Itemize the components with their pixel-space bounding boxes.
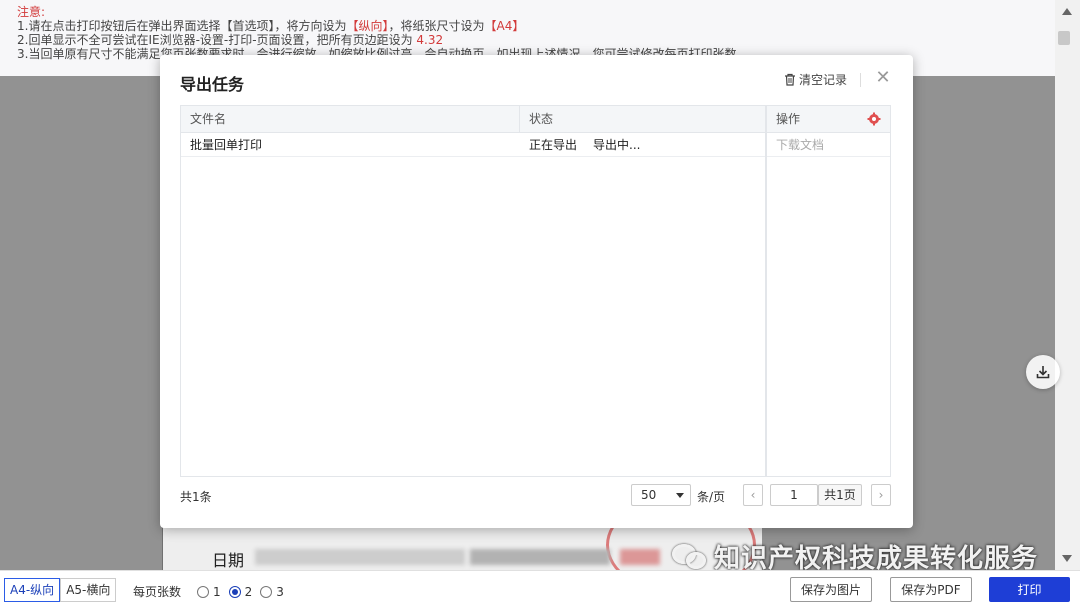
notice-highlight-a4: 【A4】 <box>484 19 525 33</box>
save-as-pdf-button[interactable]: 保存为PDF <box>890 577 972 602</box>
clear-records-button[interactable]: 清空记录 <box>784 71 847 88</box>
ops-column-fixed <box>765 106 890 476</box>
cell-filename: 批量回单打印 <box>190 138 263 152</box>
export-task-dialog: 导出任务 清空记录 ✕ 文件名 状态 操作 批量回单打印 正在导出 导出中...… <box>160 55 913 528</box>
page-size-value: 50 <box>641 488 657 502</box>
orientation-toggle: A4-纵向 A5-横向 <box>4 578 117 602</box>
sheets-per-page: 每页张数 1 2 3 <box>133 583 284 600</box>
scroll-thumb[interactable] <box>1058 31 1070 45</box>
column-header-filename[interactable]: 文件名 <box>181 106 519 133</box>
notice-title: 注意: <box>17 5 46 19</box>
scroll-up-arrow[interactable] <box>1062 8 1072 15</box>
sheets-per-page-label: 每页张数 <box>133 585 182 599</box>
clear-records-label: 清空记录 <box>799 73 848 87</box>
radio-option-1[interactable]: 1 <box>197 585 221 599</box>
trash-icon <box>785 73 795 86</box>
radio-option-3[interactable]: 3 <box>260 585 284 599</box>
save-as-image-button[interactable]: 保存为图片 <box>790 577 872 602</box>
notice-line-1-mid: ，将纸张尺寸设为 <box>388 19 485 33</box>
per-page-label: 条/页 <box>697 490 726 504</box>
radio-label: 1 <box>213 584 221 599</box>
next-page-button[interactable]: › <box>871 484 891 506</box>
notice-line-2: 2.回单显示不全可尝试在IE浏览器-设置-打印-页面设置，把所有页边距设为 4.… <box>17 33 1055 47</box>
print-toolbar: A4-纵向 A5-横向 每页张数 1 2 3 保存为图片 保存为PDF 打印 <box>0 570 1080 607</box>
cell-status: 正在导出 <box>529 138 578 152</box>
orientation-a4-portrait[interactable]: A4-纵向 <box>4 578 61 602</box>
orientation-a5-landscape[interactable]: A5-横向 <box>60 578 117 602</box>
vertical-scrollbar[interactable] <box>1055 0 1080 570</box>
notice-line-1: 1.请在点击打印按钮后在弹出界面选择【首选项】，将方向设为【纵向】，将纸张尺寸设… <box>17 19 1055 33</box>
total-count: 共1条 <box>180 490 212 504</box>
page-total: 共1页 <box>818 484 862 506</box>
close-icon[interactable]: ✕ <box>872 67 894 89</box>
notice-line-2-text: 2.回单显示不全可尝试在IE浏览器-设置-打印-页面设置，把所有页边距设为 <box>17 33 413 47</box>
page-size-select[interactable]: 50 <box>631 484 691 506</box>
notice-line-1-text: 1.请在点击打印按钮后在弹出界面选择【首选项】，将方向设为 <box>17 19 347 33</box>
radio-label: 2 <box>244 584 253 599</box>
scroll-down-arrow[interactable] <box>1062 555 1072 562</box>
print-button[interactable]: 打印 <box>989 577 1070 602</box>
dialog-title: 导出任务 <box>180 75 245 94</box>
chevron-down-icon <box>676 493 684 498</box>
cell-progress: 导出中... <box>593 138 641 152</box>
header-divider <box>860 73 861 87</box>
export-task-table: 文件名 状态 操作 批量回单打印 正在导出 导出中... 下载文档 <box>180 105 891 477</box>
notice-highlight-margin: 4.32 <box>416 33 444 47</box>
prev-page-button[interactable]: ‹ <box>743 484 763 506</box>
page-number-input[interactable] <box>770 484 818 506</box>
notice-highlight-portrait: 【纵向】 <box>346 19 389 33</box>
column-header-status[interactable]: 状态 <box>520 106 765 133</box>
radio-label: 3 <box>276 584 284 599</box>
radio-option-2[interactable]: 2 <box>228 584 253 599</box>
